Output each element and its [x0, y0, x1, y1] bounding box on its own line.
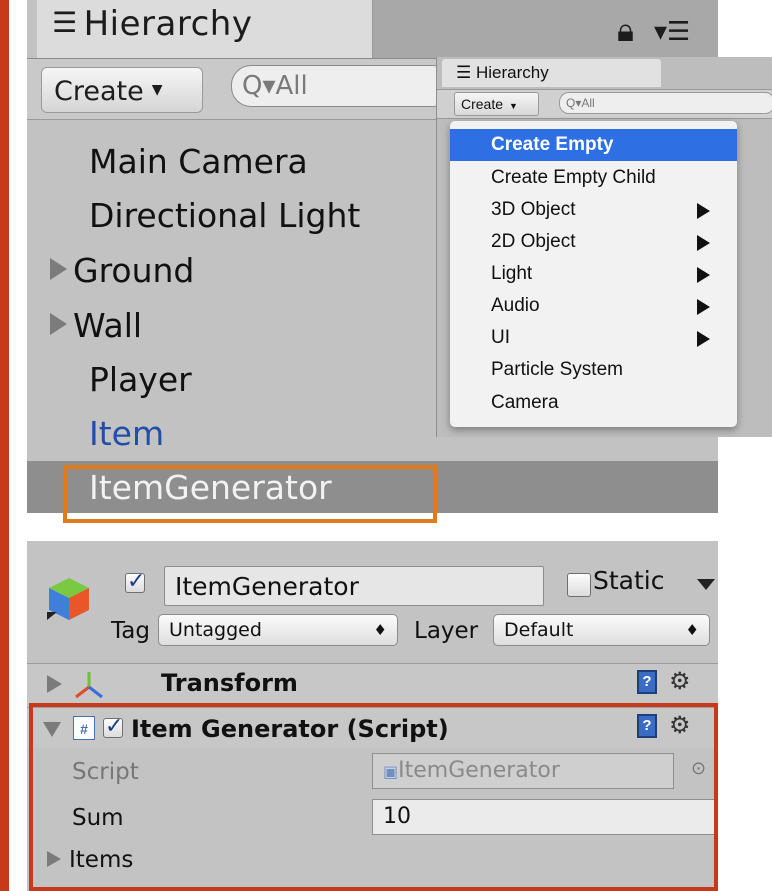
submenu-arrow-icon: [697, 299, 710, 315]
hierarchy-item-label: Directional Light: [89, 196, 361, 235]
tab-hierarchy[interactable]: ☰ Hierarchy: [37, 0, 373, 58]
submenu-arrow-icon: [697, 331, 710, 347]
search-icon: Q▾: [566, 96, 582, 110]
transform-component-header[interactable]: Transform ? ⚙: [27, 663, 718, 704]
layer-value: Default: [504, 619, 574, 641]
hierarchy-item-item[interactable]: Item: [89, 414, 164, 453]
menu-item-ui[interactable]: UI: [450, 322, 737, 354]
overlay-search-placeholder: All: [581, 96, 595, 110]
menu-item-label: Create Empty Child: [491, 167, 656, 188]
menu-item-label: 3D Object: [491, 199, 576, 220]
create-button-label: Create: [54, 76, 144, 107]
list-icon: ☰: [52, 6, 78, 39]
hierarchy-item-wall[interactable]: Wall: [50, 306, 142, 345]
menu-item-label: UI: [491, 327, 510, 348]
updown-icon: ♦: [685, 621, 699, 639]
overlay-hierarchy-title: ☰ Hierarchy: [456, 63, 549, 83]
menu-item-2d-object[interactable]: 2D Object: [450, 226, 737, 258]
layer-dropdown[interactable]: Default ♦: [493, 614, 710, 646]
static-label: Static: [593, 566, 665, 595]
menu-item-create-empty-child[interactable]: Create Empty Child: [450, 162, 737, 194]
menu-item-label: Light: [491, 263, 533, 284]
overlay-toolbar: Create ▼ Q▾All: [437, 89, 772, 119]
search-icon: Q▾: [242, 71, 276, 101]
overlay-create-label: Create: [461, 96, 504, 112]
expand-triangle-icon[interactable]: [47, 675, 62, 693]
menu-item-label: Camera: [491, 392, 559, 413]
transform-title: Transform: [161, 669, 298, 697]
gameobject-cube-icon: [47, 578, 89, 620]
highlight-box-itemgenerator: [63, 465, 437, 523]
expand-triangle-icon[interactable]: [50, 258, 67, 280]
list-icon: ☰: [456, 63, 476, 82]
overlay-title-text: Hierarchy: [475, 63, 549, 82]
menu-item-label: Create Empty: [491, 134, 614, 155]
menu-item-audio[interactable]: Audio: [450, 290, 737, 322]
object-name-value: ItemGenerator: [175, 572, 359, 601]
chevron-down-icon: ▼: [509, 101, 518, 111]
static-dropdown-icon[interactable]: [697, 579, 715, 590]
layer-label: Layer: [414, 618, 479, 644]
gear-icon[interactable]: ⚙: [669, 667, 691, 696]
overlay-search-input[interactable]: Q▾All: [559, 92, 772, 114]
hierarchy-item-ground[interactable]: Ground: [50, 251, 194, 290]
highlight-box-script-component: [29, 703, 718, 891]
hierarchy-title-text: Hierarchy: [83, 4, 253, 44]
search-input[interactable]: Q▾All: [231, 65, 453, 107]
hierarchy-item-label: Main Camera: [89, 142, 308, 181]
updown-icon: ♦: [373, 621, 387, 639]
tag-dropdown[interactable]: Untagged ♦: [158, 614, 398, 646]
menu-item-3d-object[interactable]: 3D Object: [450, 194, 737, 226]
hierarchy-tab-title: ☰ Hierarchy: [52, 4, 252, 44]
create-dropdown-menu: Create Empty Create Empty Child 3D Objec…: [450, 121, 737, 427]
hierarchy-item-label: Wall: [73, 306, 143, 345]
object-name-field[interactable]: ItemGenerator: [164, 566, 544, 606]
overlay-create-button[interactable]: Create ▼: [454, 92, 539, 116]
menu-item-label: Audio: [491, 295, 540, 316]
hierarchy-item-label: Item: [89, 414, 165, 453]
menu-item-create-empty[interactable]: Create Empty: [450, 129, 737, 161]
hierarchy-item-label: Ground: [73, 251, 195, 290]
static-checkbox[interactable]: [567, 573, 591, 597]
menu-item-particle-system[interactable]: Particle System: [450, 354, 737, 386]
menu-item-light[interactable]: Light: [450, 258, 737, 290]
left-accent-bar: [0, 0, 9, 891]
help-book-icon[interactable]: ?: [637, 670, 657, 694]
search-placeholder: All: [275, 71, 308, 101]
expand-triangle-icon[interactable]: [50, 313, 67, 335]
submenu-arrow-icon: [697, 235, 710, 251]
active-checkbox[interactable]: [125, 568, 145, 594]
tag-label: Tag: [111, 618, 150, 644]
chevron-down-icon: ▼: [151, 82, 163, 98]
menu-item-camera[interactable]: Camera: [450, 387, 737, 419]
hierarchy-item-main-camera[interactable]: Main Camera: [89, 142, 308, 181]
submenu-arrow-icon: [697, 267, 710, 283]
transform-axes-icon: [75, 672, 103, 699]
tag-value: Untagged: [169, 619, 262, 641]
overlay-tab-hierarchy[interactable]: ☰ Hierarchy: [442, 59, 661, 87]
menu-item-label: Particle System: [491, 359, 623, 380]
menu-item-label: 2D Object: [491, 231, 576, 252]
lock-icon[interactable]: 🔒︎: [617, 12, 634, 50]
create-button[interactable]: Create ▼: [41, 67, 203, 113]
submenu-arrow-icon: [697, 203, 710, 219]
panel-menu-icon[interactable]: ▾☰: [654, 16, 690, 47]
hierarchy-item-label: Player: [89, 360, 192, 399]
hierarchy-item-player[interactable]: Player: [89, 360, 192, 399]
hierarchy-item-directional-light[interactable]: Directional Light: [89, 196, 360, 235]
